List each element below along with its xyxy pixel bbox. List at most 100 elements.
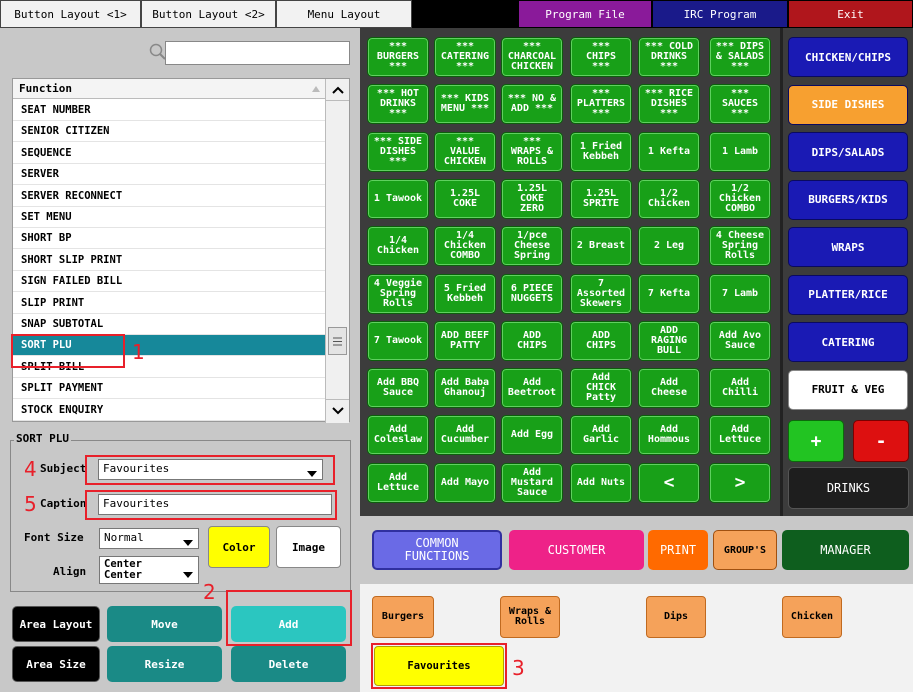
category-button[interactable]: CHICKEN/CHIPS [788,37,908,77]
plu-button[interactable]: Add Hommous [638,415,700,456]
plu-button[interactable]: *** BURGERS *** [367,37,429,77]
wraps-rolls-button[interactable]: Wraps & Rolls [500,596,560,638]
function-list-item[interactable]: SPLIT PAYMENT [13,378,325,400]
function-list-item[interactable]: SERVER [13,164,325,186]
plu-button[interactable]: Add Coleslaw [367,415,429,456]
category-button[interactable]: BURGERS/KIDS [788,179,908,220]
scroll-down-icon[interactable] [326,399,349,421]
function-list-item[interactable]: SEAT NUMBER [13,100,325,121]
resize-button[interactable]: Resize [107,646,222,682]
plu-button[interactable]: *** WRAPS & ROLLS [501,131,563,172]
plu-button[interactable]: 1/4 Chicken [367,226,429,267]
move-button[interactable]: Move [107,606,222,642]
plu-button[interactable]: 1/pce Cheese Spring [501,226,563,267]
plu-button[interactable]: Add Garlic [570,415,632,456]
search-input[interactable] [165,41,350,65]
plu-button[interactable]: Add Lettuce [367,462,429,503]
plu-button[interactable]: *** RICE DISHES *** [638,84,700,125]
plu-button[interactable]: 1/2 Chicken [638,178,700,219]
category-button[interactable]: PLATTER/RICE [788,274,908,315]
irc-program-button[interactable]: IRC Program [652,0,788,28]
plu-button[interactable]: 2 Breast [570,226,632,267]
search-icon[interactable] [149,43,166,60]
plu-button[interactable]: *** NO & ADD *** [501,84,563,125]
plu-button[interactable]: 6 PIECE NUGGETS [501,273,563,314]
align-select[interactable]: Center Center [99,556,199,584]
image-button[interactable]: Image [276,526,341,568]
area-layout-button[interactable]: Area Layout [12,606,100,642]
plu-button[interactable]: 7 Kefta [638,273,700,314]
next-page-button[interactable]: > [709,462,771,503]
function-list-item[interactable]: SIGN FAILED BILL [13,271,325,293]
category-button[interactable]: SIDE DISHES [788,84,908,125]
drinks-button[interactable]: DRINKS [788,467,909,509]
plu-button[interactable]: *** COLD DRINKS *** [638,37,700,77]
plu-button[interactable]: ADD RAGING BULL [638,320,700,361]
tab-menu-layout[interactable]: Menu Layout [276,0,412,28]
plu-button[interactable]: 1 Kefta [638,131,700,172]
category-button[interactable]: DIPS/SALADS [788,132,908,172]
plu-button[interactable]: 1/4 Chicken COMBO [434,226,496,267]
plu-button[interactable]: 2 Leg [638,226,700,267]
plu-button[interactable]: *** SIDE DISHES *** [367,131,429,172]
color-button[interactable]: Color [208,526,270,568]
area-size-button[interactable]: Area Size [12,646,100,682]
plu-button[interactable]: *** PLATTERS *** [570,84,632,125]
list-scrollbar[interactable] [325,79,349,423]
plu-button[interactable]: Add Nuts [570,462,632,503]
plu-button[interactable]: 1.25L COKE ZERO [501,178,563,219]
plu-button[interactable]: ADD BEEF PATTY [434,320,496,361]
burgers-button[interactable]: Burgers [372,596,434,638]
plu-button[interactable]: Add Mayo [434,462,496,503]
plu-button[interactable]: ADD CHIPS [570,320,632,361]
tab-button-layout-1[interactable]: Button Layout <1> [0,0,141,28]
program-file-button[interactable]: Program File [518,0,652,28]
plu-button[interactable]: 7 Assorted Skewers [570,273,632,314]
plu-button[interactable]: *** CATERING *** [434,37,496,77]
common-functions-button[interactable]: COMMON FUNCTIONS [372,530,502,570]
plus-button[interactable]: + [788,420,844,462]
function-list-item[interactable]: SERVER RECONNECT [13,186,325,207]
plu-button[interactable]: Add Cucumber [434,415,496,456]
category-button[interactable]: CATERING [788,322,908,362]
plu-button[interactable]: Add Lettuce [709,415,771,456]
manager-button[interactable]: MANAGER [782,530,909,570]
function-list-item[interactable]: SENIOR CITIZEN [13,121,325,143]
plu-button[interactable]: 1 Tawook [367,178,429,219]
plu-button[interactable]: 4 Cheese Spring Rolls [709,226,771,267]
font-size-select[interactable]: Normal [99,528,199,549]
function-list-item[interactable]: STOCK ENQUIRY [13,400,325,421]
plu-button[interactable]: Add Avo Sauce [709,320,771,361]
print-button[interactable]: PRINT [648,530,708,570]
exit-button[interactable]: Exit [788,0,913,28]
plu-button[interactable]: *** KIDS MENU *** [434,84,496,125]
plu-button[interactable]: *** VALUE CHICKEN [434,131,496,172]
delete-button[interactable]: Delete [231,646,346,682]
plu-button[interactable]: 5 Fried Kebbeh [434,273,496,314]
plu-button[interactable]: 1/2 Chicken COMBO [709,178,771,219]
plu-button[interactable]: *** HOT DRINKS *** [367,84,429,125]
tab-button-layout-2[interactable]: Button Layout <2> [141,0,276,28]
plu-button[interactable]: Add BBQ Sauce [367,368,429,409]
customer-button[interactable]: CUSTOMER [509,530,644,570]
plu-button[interactable]: Add Beetroot [501,368,563,409]
plu-button[interactable]: 1.25L COKE [434,178,496,219]
prev-page-button[interactable]: < [638,462,700,503]
plu-button[interactable]: 1.25L SPRITE [570,178,632,219]
plu-button[interactable]: 7 Tawook [367,320,429,361]
minus-button[interactable]: - [853,420,909,462]
chicken-button[interactable]: Chicken [782,596,842,638]
function-list-item[interactable]: SNAP SUBTOTAL [13,314,325,335]
category-button[interactable]: WRAPS [788,227,908,267]
plu-button[interactable]: 4 Veggie Spring Rolls [367,273,429,314]
function-list-item[interactable]: SEQUENCE [13,143,325,164]
plu-button[interactable]: *** SAUCES *** [709,84,771,125]
plu-button[interactable]: Add Egg [501,415,563,456]
plu-button[interactable]: ADD CHIPS [501,320,563,361]
plu-button[interactable]: Add Cheese [638,368,700,409]
plu-button[interactable]: *** CHIPS *** [570,37,632,77]
scroll-thumb[interactable] [328,327,347,355]
plu-button[interactable]: 1 Fried Kebbeh [570,131,632,172]
function-list-item[interactable]: SLIP PRINT [13,293,325,314]
category-button[interactable]: FRUIT & VEG [788,369,908,410]
